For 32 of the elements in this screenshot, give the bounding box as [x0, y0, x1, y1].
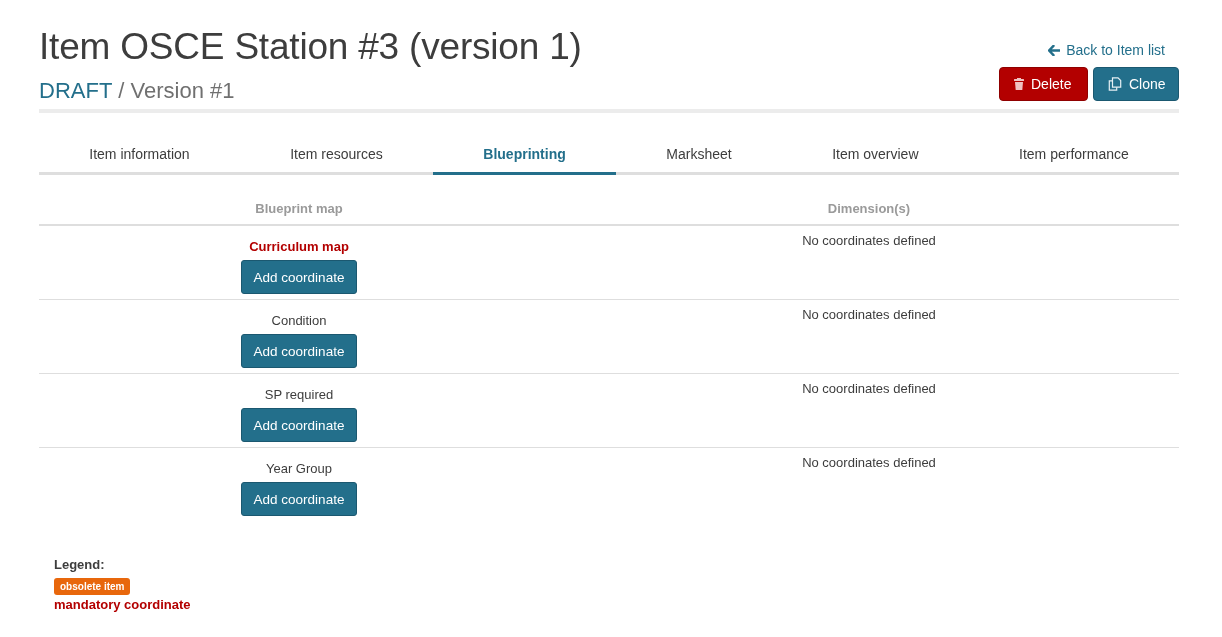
- obsolete-badge: obsolete item: [54, 578, 131, 595]
- add-coordinate-button[interactable]: Add coordinate: [240, 334, 358, 368]
- arrow-left-icon: [1048, 44, 1061, 56]
- dimensions-text: No coordinates defined: [802, 455, 936, 470]
- add-coordinate-button[interactable]: Add coordinate: [240, 260, 358, 294]
- clone-button[interactable]: Clone: [1093, 67, 1179, 101]
- tab[interactable]: Marksheet: [616, 136, 782, 175]
- tab[interactable]: Item performance: [968, 136, 1180, 175]
- dimensions-text: No coordinates defined: [802, 233, 936, 248]
- legend-text: mandatory coordinate: [54, 596, 191, 614]
- tab[interactable]: Item resources: [239, 136, 434, 175]
- dimensions-text: No coordinates defined: [802, 307, 936, 322]
- back-link[interactable]: Back to Item list: [1048, 40, 1165, 60]
- status-label: DRAFT: [39, 77, 113, 105]
- blueprint-map-name: SP required: [264, 386, 334, 404]
- page-title: Item OSCE Station #3 (version 1): [39, 25, 582, 69]
- copy-icon: [1108, 77, 1122, 91]
- delete-button[interactable]: Delete: [999, 67, 1088, 101]
- blueprint-map-name: Year Group: [266, 460, 332, 478]
- dimensions-text: No coordinates defined: [802, 381, 936, 396]
- trash-icon: [1014, 78, 1024, 90]
- add-coordinate-button[interactable]: Add coordinate: [240, 408, 358, 442]
- tab[interactable]: Item information: [39, 136, 240, 175]
- legend-title: Legend:: [54, 556, 105, 574]
- column-header: Dimension(s): [826, 200, 912, 218]
- add-coordinate-button[interactable]: Add coordinate: [240, 482, 358, 516]
- tab[interactable]: Item overview: [781, 136, 969, 175]
- column-header: Blueprint map: [254, 200, 344, 218]
- version-label: / Version #1: [118, 77, 235, 105]
- tab[interactable]: Blueprinting: [433, 136, 616, 175]
- blueprint-map-name: Curriculum map: [249, 238, 349, 256]
- blueprint-map-name: Condition: [271, 312, 327, 330]
